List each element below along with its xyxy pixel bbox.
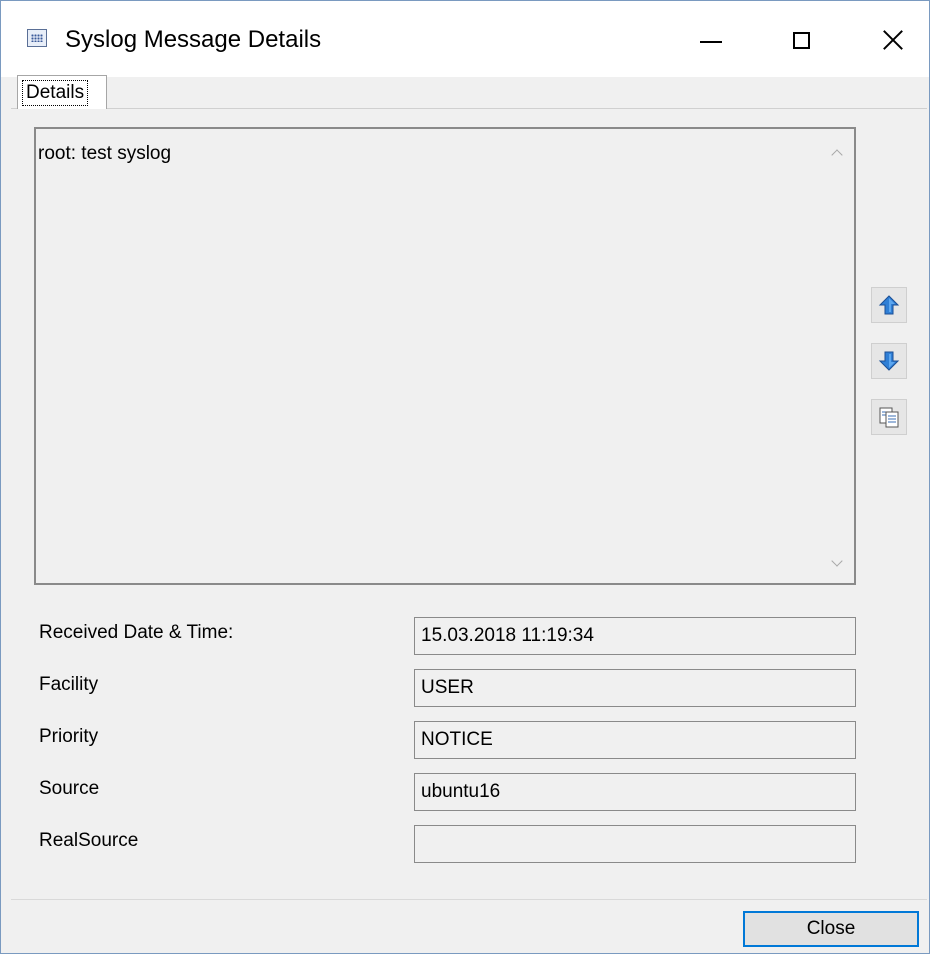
arrow-down-icon [878,351,900,371]
next-message-button[interactable] [871,343,907,379]
priority-value: NOTICE [421,729,493,750]
syslog-details-window: Syslog Message Details Details root: tes… [0,0,930,954]
previous-message-button[interactable] [871,287,907,323]
tab-details[interactable]: Details [17,75,107,109]
tab-details-label: Details [21,80,89,106]
maximize-icon [792,31,810,49]
realsource-field[interactable] [414,825,856,863]
facility-field[interactable]: USER [414,669,856,707]
priority-label: Priority [39,726,99,747]
minimize-button[interactable] [681,17,741,63]
scroll-down-icon[interactable] [830,559,844,569]
facility-label: Facility [39,674,99,695]
message-text: root: test syslog [38,143,172,164]
received-datetime-value: 15.03.2018 11:19:34 [421,625,594,646]
maximize-button[interactable] [771,17,831,63]
source-field[interactable]: ubuntu16 [414,773,856,811]
scroll-up-icon[interactable] [830,147,844,157]
priority-field[interactable]: NOTICE [414,721,856,759]
window-title: Syslog Message Details [65,26,322,53]
close-icon [882,29,904,51]
copy-icon [879,407,899,428]
message-textarea[interactable]: root: test syslog [34,127,856,585]
close-button[interactable]: Close [743,911,919,947]
realsource-label: RealSource [39,830,139,851]
window-app-icon [27,29,47,47]
close-window-button[interactable] [863,17,923,63]
facility-value: USER [421,677,474,698]
arrow-up-icon [878,295,900,315]
title-bar[interactable]: Syslog Message Details [1,1,929,77]
received-datetime-field[interactable]: 15.03.2018 11:19:34 [414,617,856,655]
source-value: ubuntu16 [421,781,501,802]
minimize-icon [700,41,722,43]
source-label: Source [39,778,100,799]
copy-button[interactable] [871,399,907,435]
received-datetime-label: Received Date & Time: [39,622,234,643]
